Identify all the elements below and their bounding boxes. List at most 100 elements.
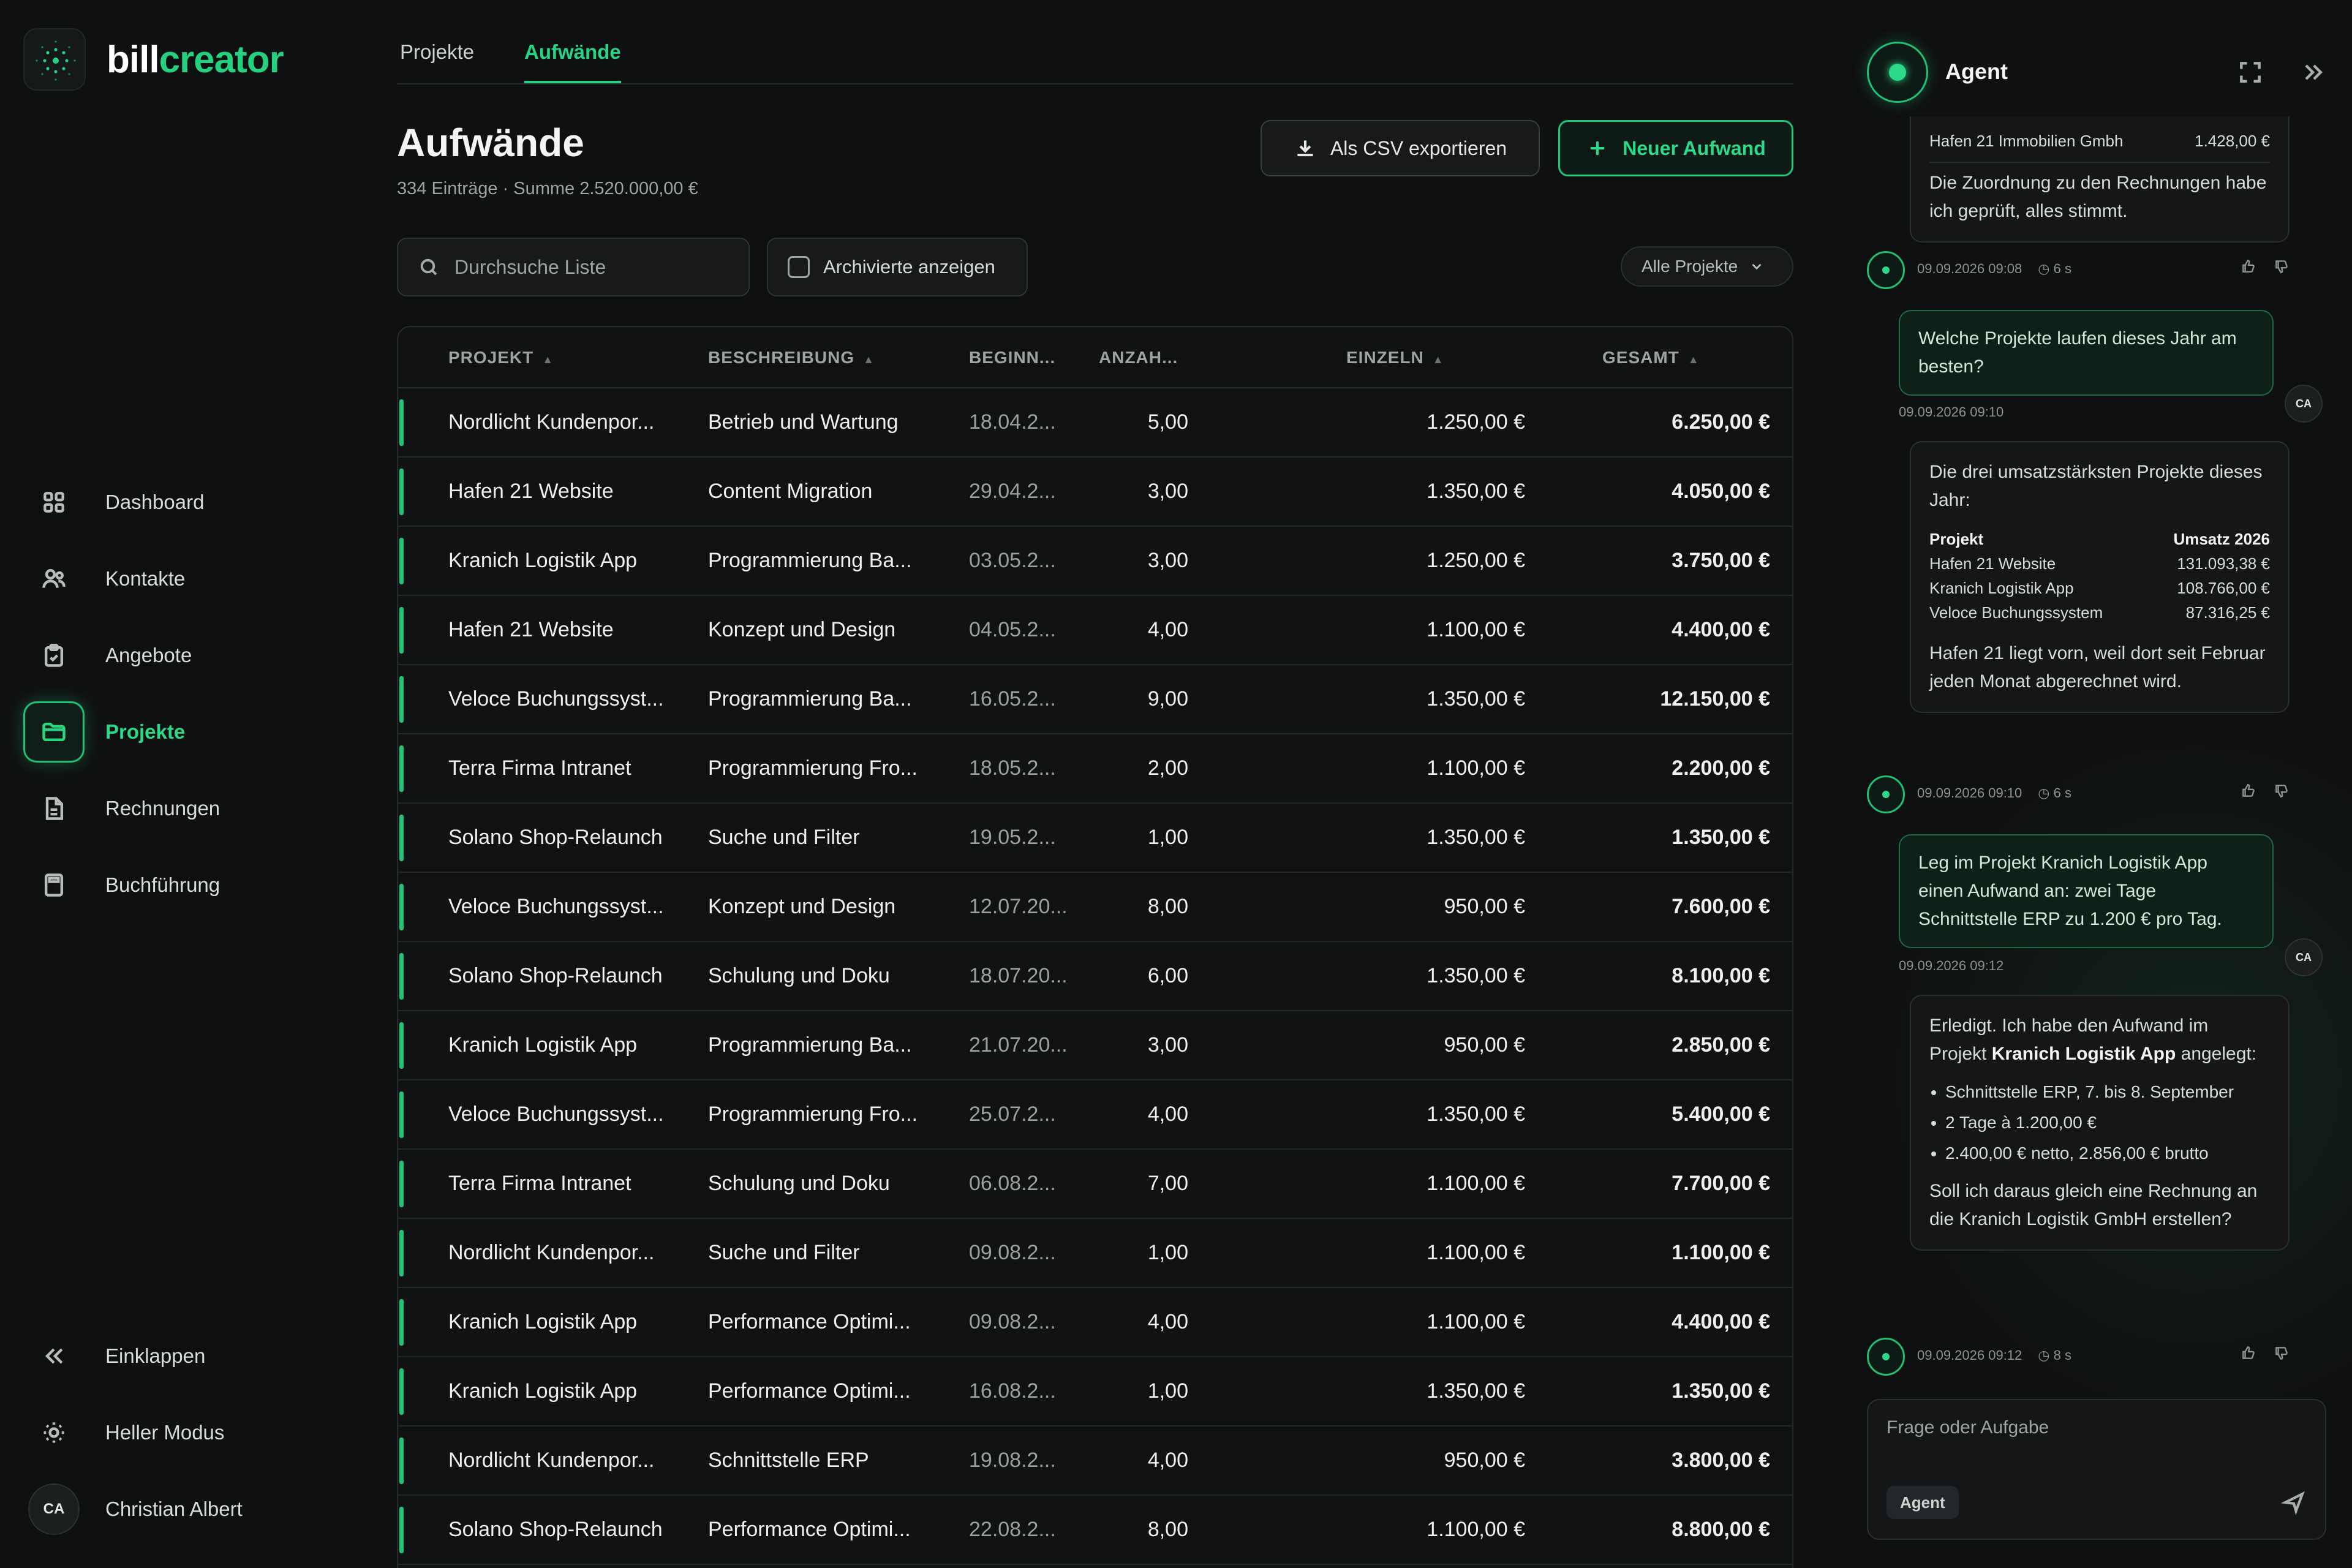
cell-einzeln: 1.100,00 €	[1427, 756, 1525, 780]
cell-projekt: Kranich Logistik App	[448, 1379, 638, 1403]
table-row[interactable]: Kranich Logistik App Programmierung Ba...…	[398, 1011, 1792, 1080]
table-row[interactable]: Veloce Buchungssyst... Konzept und Design…	[398, 873, 1792, 942]
send-icon	[2280, 1491, 2305, 1515]
theme-toggle[interactable]: Heller Modus	[23, 1401, 342, 1464]
table-row[interactable]: Kranich Logistik App Programmierung Ba...…	[398, 527, 1792, 596]
table-row[interactable]: Kranich Logistik App Performance Optimi..…	[398, 1357, 1792, 1427]
col-header-projekt[interactable]: PROJEKT ▲	[448, 348, 554, 368]
table-row[interactable]: Kranich Logistik App Performance Optimi..…	[398, 1288, 1792, 1357]
theme-label: Heller Modus	[105, 1421, 225, 1444]
project-filter-dropdown[interactable]: Alle Projekte	[1621, 246, 1793, 287]
cell-einzeln: 1.350,00 €	[1427, 964, 1525, 987]
nav-item-kontakte[interactable]: Kontakte	[23, 547, 342, 611]
folder-icon	[23, 701, 85, 763]
cell-gesamt: 12.150,00 €	[1660, 687, 1770, 710]
row-accent-bar	[399, 538, 404, 584]
cell-einzeln: 1.350,00 €	[1427, 1102, 1525, 1126]
thumbs-down-icon[interactable]	[2274, 258, 2290, 274]
user-profile[interactable]: CA Christian Albert	[23, 1477, 342, 1541]
table-row[interactable]: Hafen 21 Website Content Migration 29.04.2…	[398, 458, 1792, 527]
cell-gesamt: 8.800,00 €	[1672, 1518, 1770, 1541]
message-meta: 09.09.2026 09:10 ◷ 6 s	[1917, 785, 2071, 801]
user-name: Christian Albert	[105, 1498, 243, 1520]
nav-item-buchfuehrung[interactable]: Buchführung	[23, 853, 342, 917]
message-text: Soll ich daraus gleich eine Rechnung an …	[1929, 1181, 2258, 1229]
feedback-buttons	[2223, 783, 2290, 799]
cell-gesamt: 8.100,00 €	[1672, 964, 1770, 987]
cell-anzahl: 4,00	[1147, 1310, 1188, 1333]
nav-label: Dashboard	[105, 491, 205, 513]
thumbs-up-icon[interactable]	[2241, 258, 2256, 274]
thumbs-down-icon[interactable]	[2274, 783, 2290, 799]
nav-item-rechnungen[interactable]: Rechnungen	[23, 777, 342, 840]
table-row[interactable]: Nordlicht Kundenpor... Schnittstelle ERP 1…	[398, 1427, 1792, 1496]
cell-gesamt: 7.700,00 €	[1672, 1172, 1770, 1195]
thumbs-up-icon[interactable]	[2241, 1345, 2256, 1361]
cell-projekt: Hafen 21 Website	[448, 618, 614, 641]
cell-anzahl: 9,00	[1147, 687, 1188, 710]
new-expense-button[interactable]: Neuer Aufwand	[1558, 120, 1793, 176]
agent-mode-chip[interactable]: Agent	[1887, 1486, 1959, 1519]
agent-panel: Agent Hafen 21 Immobilien Gmbh 1.428,00 €…	[1831, 0, 2352, 1568]
thumbs-up-icon[interactable]	[2241, 783, 2256, 799]
row-accent-bar	[399, 1507, 404, 1553]
agent-header: Agent	[1867, 42, 2326, 103]
col-header-beschreibung[interactable]: BESCHREIBUNG ▲	[708, 348, 875, 368]
cell-beschreibung: Performance Optimi...	[708, 1310, 911, 1333]
logo-mark-icon	[23, 28, 86, 91]
row-accent-bar	[399, 1230, 404, 1276]
cell-einzeln: 950,00 €	[1444, 1449, 1525, 1472]
table-row[interactable]: Veloce Buchungssyst... Programmierung Ba.…	[398, 665, 1792, 734]
archived-checkbox[interactable]	[788, 256, 810, 278]
table-row[interactable]: Terra Firma Intranet Programmierung Fro..…	[398, 734, 1792, 804]
table-row[interactable]: Solano Shop-Relaunch Suche und Filter 19.0…	[398, 804, 1792, 873]
col-header-beginn[interactable]: BEGINN...	[969, 348, 1055, 368]
table-row[interactable]: Nordlicht Kundenpor... Betrieb und Wartun…	[398, 388, 1792, 458]
table-row[interactable]: Solano Shop-Relaunch Performance Optimi..…	[398, 1496, 1792, 1565]
cell-projekt: Nordlicht Kundenpor...	[448, 1241, 655, 1264]
sidebar-footer: Einklappen Heller Modus CA Christian Alb…	[23, 1324, 342, 1554]
cell-beschreibung: Betrieb und Wartung	[708, 410, 899, 434]
clipboard-icon	[23, 625, 85, 686]
cell-anzahl: 2,00	[1147, 756, 1188, 780]
table-row[interactable]: Terra Firma Intranet Schulung und Doku 06.…	[398, 1150, 1792, 1219]
col-header-gesamt[interactable]: GESAMT ▲	[1602, 348, 1700, 368]
thumbs-down-icon[interactable]	[2274, 1345, 2290, 1361]
table-row[interactable]: Veloce Buchungssyst... Programmierung Fro…	[398, 1080, 1792, 1150]
table-row[interactable]: Solano Shop-Relaunch Schulung und Doku 18.…	[398, 942, 1792, 1011]
revenue-table: Projekt Umsatz 2026 Hafen 21 Website 131.0…	[1929, 530, 2270, 622]
cell-beschreibung: Konzept und Design	[708, 895, 896, 918]
cell-anzahl: 1,00	[1147, 826, 1188, 849]
close-panel-button[interactable]	[2299, 59, 2326, 86]
nav-label: Buchführung	[105, 873, 221, 896]
cell-beschreibung: Konzept und Design	[708, 618, 896, 641]
brand-logo[interactable]: billcreator	[23, 28, 284, 91]
cell-beschreibung: Programmierung Ba...	[708, 1033, 912, 1057]
show-archived-toggle[interactable]: Archivierte anzeigen	[767, 238, 1028, 296]
collapse-button[interactable]: Einklappen	[23, 1324, 342, 1388]
list-item: Schnittstelle ERP, 7. bis 8. September	[1945, 1077, 2270, 1107]
chat-input-box: Agent	[1867, 1399, 2326, 1540]
chevron-down-icon	[1752, 263, 1762, 270]
agent-title: Agent	[1945, 59, 2008, 84]
nav-item-angebote[interactable]: Angebote	[23, 624, 342, 687]
tab-projekte[interactable]: Projekte	[400, 40, 474, 81]
export-csv-button[interactable]: Als CSV exportieren	[1261, 120, 1540, 176]
nav-item-projekte[interactable]: Projekte	[23, 700, 342, 764]
plus-icon	[1591, 141, 1605, 156]
main-content: Projekte Aufwände Aufwände 334 Einträge …	[397, 0, 1793, 1568]
search-input[interactable]	[454, 255, 730, 279]
cell-beginn: 18.07.20...	[969, 964, 1068, 987]
table-row[interactable]: Hafen 21 Website Konzept und Design 04.05.…	[398, 596, 1792, 665]
table-row[interactable]: Nordlicht Kundenpor... Suche und Filter 09…	[398, 1219, 1792, 1288]
col-header-anzahl[interactable]: ANZAH...	[1099, 348, 1178, 368]
expand-button[interactable]	[2237, 59, 2264, 86]
cell-anzahl: 4,00	[1147, 618, 1188, 641]
tab-aufwaende[interactable]: Aufwände	[524, 40, 621, 83]
chat-input[interactable]	[1887, 1417, 2303, 1454]
send-button[interactable]	[2280, 1490, 2307, 1515]
cell-beginn: 12.07.20...	[969, 895, 1068, 918]
nav-item-dashboard[interactable]: Dashboard	[23, 470, 342, 534]
col-header-einzeln[interactable]: EINZELN ▲	[1346, 348, 1444, 368]
cell-gesamt: 5.400,00 €	[1672, 1102, 1770, 1126]
